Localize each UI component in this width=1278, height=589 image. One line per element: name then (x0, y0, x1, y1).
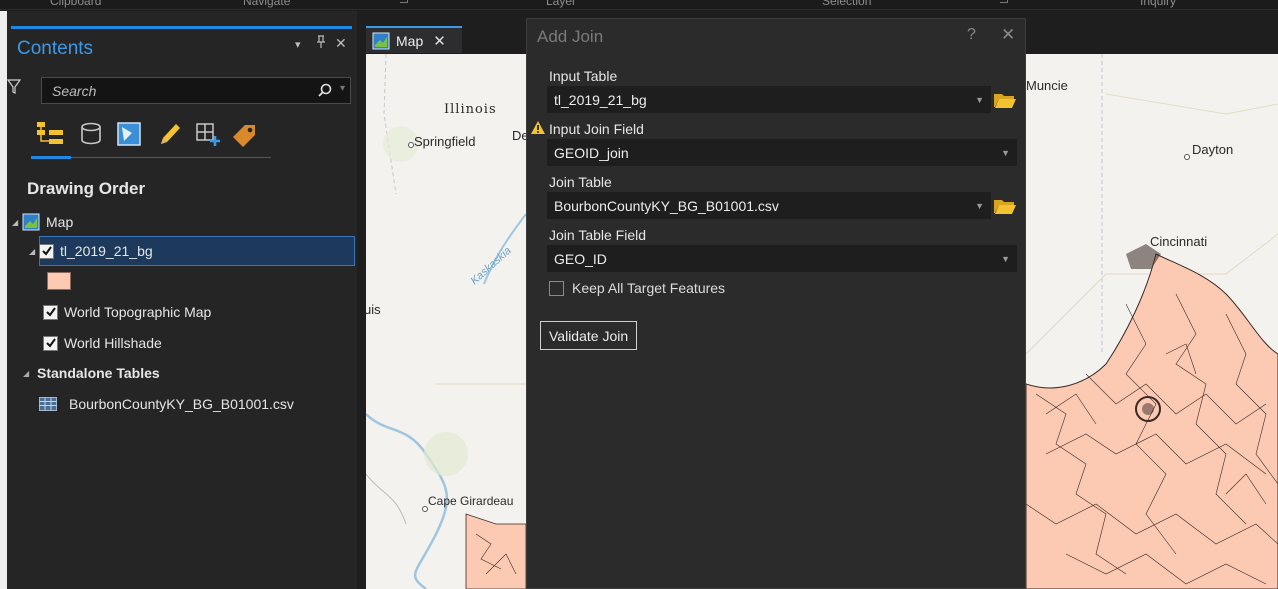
map-label-cincinnati: Cincinnati (1150, 234, 1208, 249)
search-field[interactable]: ▾ (41, 77, 351, 104)
browse-folder-icon[interactable] (993, 196, 1017, 216)
tree-item-label: tl_2019_21_bg (60, 243, 153, 259)
pane-menu-icon[interactable]: ▾ (295, 38, 301, 51)
input-table-select[interactable]: tl_2019_21_bg ▼ (547, 86, 991, 113)
search-icon[interactable] (318, 83, 332, 100)
active-view-indicator (31, 156, 71, 159)
window-edge (0, 11, 7, 589)
list-by-data-source-icon[interactable] (77, 119, 107, 149)
expand-triangle-icon[interactable]: ◢ (29, 247, 39, 256)
expand-triangle-icon[interactable]: ◢ (12, 218, 22, 227)
input-join-field-value: GEOID_join (554, 144, 629, 161)
layer-symbol-swatch[interactable] (47, 272, 71, 290)
map-label-illinois: Illinois (444, 102, 497, 117)
dialog-title: Add Join (537, 27, 604, 46)
search-input[interactable] (52, 78, 302, 103)
tree-item-map[interactable]: ◢ Map (12, 207, 73, 237)
city-marker (1184, 154, 1190, 160)
browse-folder-icon[interactable] (993, 90, 1017, 110)
input-join-field-label: Input Join Field (549, 121, 644, 137)
close-tab-icon[interactable]: ✕ (433, 32, 446, 50)
list-by-labeling-icon[interactable] (229, 119, 259, 149)
tree-item-label: BourbonCountyKY_BG_B01001.csv (69, 396, 294, 412)
tree-item-label: Map (46, 214, 74, 230)
list-by-editing-icon[interactable] (155, 119, 185, 149)
join-table-field-label: Join Table Field (549, 227, 647, 243)
input-table-value: tl_2019_21_bg (554, 91, 647, 108)
chevron-down-icon[interactable]: ▼ (975, 201, 984, 211)
ribbon-group-selection[interactable]: Selection (822, 0, 871, 8)
map-label-uis: uis (366, 302, 381, 317)
ribbon-group-clipboard[interactable]: Clipboard (50, 0, 101, 8)
layer-visibility-checkbox[interactable] (43, 304, 58, 320)
ribbon: Clipboard Navigate Layer Selection Inqui… (0, 0, 1278, 10)
tab-map[interactable]: Map ✕ (366, 26, 462, 53)
layer-visibility-checkbox[interactable] (43, 335, 58, 351)
chevron-down-icon[interactable]: ▼ (1001, 254, 1010, 264)
tab-label: Map (396, 32, 424, 49)
expand-triangle-icon[interactable]: ◢ (23, 369, 33, 378)
map-view-left[interactable]: Illinois Springfield De Kaskaskia uis Ca… (366, 54, 526, 589)
map-label-de: De (512, 128, 526, 143)
help-icon[interactable]: ? (967, 26, 976, 44)
ribbon-group-inquiry[interactable]: Inquiry (1140, 0, 1176, 8)
keep-all-checkbox[interactable] (549, 280, 564, 296)
tree-item-basemap-topographic[interactable]: World Topographic Map (43, 297, 211, 327)
validate-join-button[interactable]: Validate Join (540, 321, 638, 350)
tree-item-layer[interactable]: ◢ tl_2019_21_bg (29, 236, 153, 266)
map-label-dayton: Dayton (1192, 142, 1234, 157)
tree-item-label: World Hillshade (64, 335, 162, 351)
ribbon-group-layer[interactable]: Layer (546, 0, 576, 8)
search-options-chevron-icon[interactable]: ▾ (340, 83, 345, 94)
join-table-field-select[interactable]: GEO_ID ▼ (547, 245, 1017, 272)
keep-all-label: Keep All Target Features (572, 280, 726, 296)
drawing-order-heading: Drawing Order (27, 179, 146, 198)
map-label-springfield: Springfield (414, 134, 476, 149)
ribbon-group-navigate[interactable]: Navigate (243, 0, 290, 8)
close-pane-icon[interactable]: ✕ (335, 35, 347, 52)
join-table-select[interactable]: BourbonCountyKY_BG_B01001.csv ▼ (547, 192, 991, 219)
tree-item-standalone-tables[interactable]: ◢ Standalone Tables (23, 358, 160, 388)
tree-item-label: World Topographic Map (64, 304, 212, 320)
map-icon (372, 32, 390, 49)
pane-accent-bar (11, 26, 352, 29)
list-by-snapping-icon[interactable] (193, 119, 223, 149)
tree-item-label: Standalone Tables (37, 365, 160, 381)
close-dialog-icon[interactable]: ✕ (1001, 25, 1015, 45)
dialog-launcher-icon[interactable] (400, 0, 408, 3)
list-by-selection-icon[interactable] (115, 119, 145, 149)
join-table-label: Join Table (549, 174, 612, 190)
filter-icon[interactable] (6, 79, 22, 98)
contents-title: Contents (17, 38, 94, 59)
input-join-field-select[interactable]: GEOID_join ▼ (547, 139, 1017, 166)
layer-visibility-checkbox[interactable] (39, 243, 54, 259)
dialog-launcher-icon[interactable] (1000, 0, 1008, 3)
map-label-cape-girardeau: Cape Girardeau (428, 494, 514, 508)
join-table-value: BourbonCountyKY_BG_B01001.csv (554, 197, 779, 214)
chevron-down-icon[interactable]: ▼ (1001, 148, 1010, 158)
add-join-dialog: Add Join ? ✕ Input Table tl_2019_21_bg ▼… (526, 18, 1026, 589)
list-by-drawing-order-icon[interactable] (35, 119, 65, 149)
map-label-muncie: Muncie (1026, 78, 1068, 93)
chevron-down-icon[interactable]: ▼ (975, 95, 984, 105)
warning-icon (530, 120, 546, 138)
table-icon (39, 397, 57, 411)
tree-item-basemap-hillshade[interactable]: World Hillshade (43, 328, 162, 358)
contents-pane: Contents ▾ ✕ ▾ Drawing Order ◢ Map (6, 11, 357, 589)
pin-icon[interactable] (315, 35, 327, 52)
keep-all-target-features-option[interactable]: Keep All Target Features (549, 280, 725, 296)
input-table-label: Input Table (549, 68, 618, 84)
join-table-field-value: GEO_ID (554, 250, 607, 267)
map-icon (22, 213, 40, 231)
map-view-right[interactable]: Muncie Dayton Cincinnati (1026, 54, 1278, 589)
tree-item-table[interactable]: BourbonCountyKY_BG_B01001.csv (39, 389, 294, 419)
toolbar-divider (71, 157, 271, 158)
map-background (1026, 54, 1278, 589)
